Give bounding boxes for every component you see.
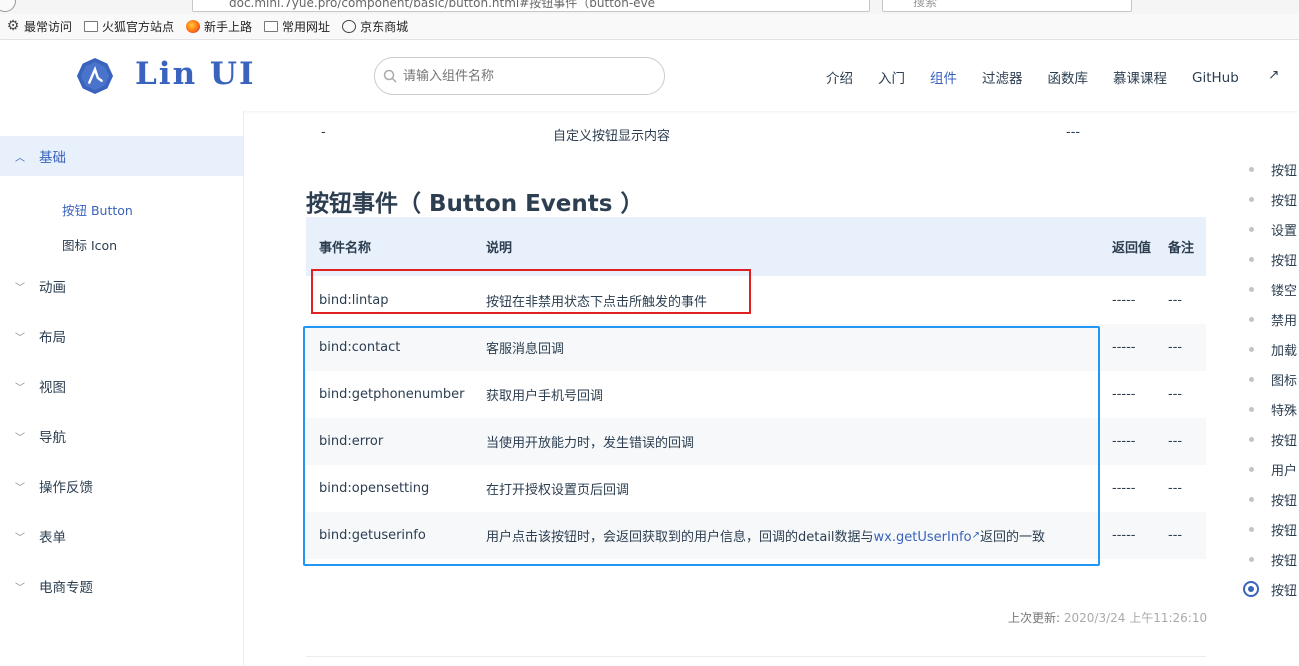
sidebar-group-ecommerce[interactable]: ﹀ 电商专题 xyxy=(0,566,243,606)
sidebar-group-view[interactable]: ﹀ 视图 xyxy=(0,366,243,406)
previous-table-row: - 自定义按钮显示内容 --- xyxy=(321,125,1081,144)
toc-item[interactable]: 设置 xyxy=(1240,219,1299,239)
getuserinfo-description: 用户点击该按钮时，会返回获取到的用户信息，回调的detail数据与wx.getU… xyxy=(473,512,1099,559)
section-title: 按钮事件（ Button Events ） xyxy=(306,191,644,217)
toc-item[interactable]: 按钮 xyxy=(1240,519,1299,539)
header-description: 说明 xyxy=(473,217,1099,276)
table-row: bind:getphonenumber 获取用户手机号回调 ----- --- xyxy=(319,387,1183,404)
toc-item[interactable]: 按钮 xyxy=(1240,549,1299,569)
bullet-icon xyxy=(1249,256,1254,262)
toc-item[interactable]: 特殊 xyxy=(1240,399,1299,419)
component-search[interactable] xyxy=(374,57,665,95)
chevron-down-icon: ﹀ xyxy=(15,582,25,594)
chevron-down-icon: ﹀ xyxy=(15,532,25,544)
chevron-down-icon: ﹀ xyxy=(15,432,25,444)
toc-item[interactable]: 按钮 xyxy=(1240,249,1299,269)
active-bullet-icon xyxy=(1243,581,1259,597)
lin-ui-logo-icon[interactable] xyxy=(76,57,114,95)
chevron-down-icon: ﹀ xyxy=(15,482,25,494)
header-return: 返回值 xyxy=(1099,217,1155,276)
bookmark-getting-started[interactable]: 新手上路 xyxy=(186,18,252,35)
bullet-icon xyxy=(1249,226,1254,232)
sidebar-item-button[interactable]: 按钮 Button xyxy=(62,200,133,219)
bullet-icon xyxy=(1249,376,1254,382)
bullet-icon xyxy=(1249,166,1254,172)
folder-icon xyxy=(84,21,99,32)
toc-item[interactable]: 按钮 xyxy=(1240,489,1299,509)
table-row: bind:error 当使用开放能力时，发生错误的回调 ----- --- xyxy=(306,418,1206,465)
toc-item[interactable]: 镂空 xyxy=(1240,279,1299,299)
bookmark-jd[interactable]: 京东商城 xyxy=(342,18,408,35)
toc-item[interactable]: 禁用 xyxy=(1240,309,1299,329)
header-note: 备注 xyxy=(1155,217,1206,276)
bullet-icon xyxy=(1249,496,1254,502)
bullet-icon xyxy=(1249,466,1254,472)
sidebar-group-animation[interactable]: ﹀ 动画 xyxy=(0,266,243,306)
main-content: - 自定义按钮显示内容 --- 按钮事件（ Button Events ） 事件… xyxy=(244,111,1224,666)
last-updated: 上次更新: 2020/3/24 上午11:26:10 xyxy=(1008,611,1208,625)
component-search-input[interactable] xyxy=(403,68,643,84)
sidebar-group-navigation[interactable]: ﹀ 导航 xyxy=(0,416,243,456)
site-header: Lin UI 介绍 入门 组件 过滤器 函数库 慕课课程 GitHub ↗ 版本 xyxy=(0,41,1299,111)
nav-components[interactable]: 组件 xyxy=(930,67,957,87)
bullet-icon xyxy=(1249,316,1254,322)
address-bar[interactable]: doc.mini.7yue.pro/component/basic/button… xyxy=(192,0,870,12)
external-link-icon: ↗ xyxy=(971,530,980,541)
bullet-icon xyxy=(1249,436,1254,442)
nav-intro[interactable]: 介绍 xyxy=(826,67,853,87)
bookmark-most-visited[interactable]: ⚙ 最常访问 xyxy=(6,18,72,35)
bullet-icon xyxy=(1249,406,1254,412)
search-icon xyxy=(383,69,397,83)
sidebar-group-form[interactable]: ﹀ 表单 xyxy=(0,516,243,556)
events-table: 事件名称 说明 返回值 备注 bind:lintap 按钮在非禁用状态下点击所触… xyxy=(306,217,1206,559)
wx-getuserinfo-link[interactable]: wx.getUserInfo xyxy=(874,530,972,545)
toc-item[interactable]: 按钮 xyxy=(1240,159,1299,179)
chevron-down-icon: ﹀ xyxy=(15,282,25,294)
nav-filters[interactable]: 过滤器 xyxy=(982,67,1023,87)
bookmark-common-sites[interactable]: 常用网址 xyxy=(264,18,330,35)
logo-text[interactable]: Lin UI xyxy=(135,56,255,92)
bullet-icon xyxy=(1249,196,1254,202)
nav-functions[interactable]: 函数库 xyxy=(1048,67,1089,87)
divider xyxy=(306,656,1206,657)
sidebar-item-icon[interactable]: 图标 Icon xyxy=(62,235,117,254)
sidebar-group-layout[interactable]: ﹀ 布局 xyxy=(0,316,243,356)
nav-mooc-courses[interactable]: 慕课课程 xyxy=(1113,67,1167,87)
toc-item-active[interactable]: 按钮 xyxy=(1240,579,1299,599)
header-event-name: 事件名称 xyxy=(306,217,473,276)
toc-item[interactable]: 图标 xyxy=(1240,369,1299,389)
toc-item[interactable]: 用户 xyxy=(1240,459,1299,479)
table-row: bind:getuserinfo 用户点击该按钮时，会返回获取到的用户信息，回调… xyxy=(306,512,1206,559)
browser-toolbar: doc.mini.7yue.pro/component/basic/button… xyxy=(0,0,1299,14)
bullet-icon xyxy=(1249,526,1254,532)
top-nav: 介绍 入门 组件 过滤器 函数库 慕课课程 GitHub ↗ 版本 xyxy=(826,67,1299,87)
chevron-up-icon: ︿ xyxy=(15,152,25,164)
sidebar-group-basic[interactable]: ︿ 基础 xyxy=(0,136,243,176)
chevron-down-icon: ﹀ xyxy=(15,382,25,394)
bookmarks-bar: ⚙ 最常访问 火狐官方站点 新手上路 常用网址 京东商城 xyxy=(0,14,1299,40)
table-row: bind:opensetting 在打开授权设置页后回调 ----- --- xyxy=(319,481,1183,498)
nav-github[interactable]: GitHub ↗ xyxy=(1192,67,1299,87)
table-row: bind:contact 客服消息回调 ----- --- xyxy=(306,324,1206,371)
back-button[interactable] xyxy=(0,0,16,12)
globe-icon xyxy=(342,20,357,33)
bullet-icon xyxy=(1249,346,1254,352)
table-header-row: 事件名称 说明 返回值 备注 xyxy=(306,217,1206,276)
toc-item[interactable]: 按钮 xyxy=(1240,429,1299,449)
external-link-icon: ↗ xyxy=(1268,67,1280,83)
sidebar: ︿ 基础 按钮 Button 图标 Icon ﹀ 动画 ﹀ 布局 ﹀ 视图 ﹀ 导航 ﹀ 操… xyxy=(0,111,244,666)
table-row: bind:lintap 按钮在非禁用状态下点击所触发的事件 ----- --- xyxy=(319,292,1183,310)
sidebar-group-feedback[interactable]: ﹀ 操作反馈 xyxy=(0,466,243,506)
toc-item[interactable]: 加载 xyxy=(1240,339,1299,359)
chevron-down-icon: ﹀ xyxy=(15,332,25,344)
bullet-icon xyxy=(1249,556,1254,562)
browser-search-input[interactable]: 搜索 xyxy=(882,0,1132,12)
toc-item[interactable]: 按钮 xyxy=(1240,189,1299,209)
bookmark-firefox-site[interactable]: 火狐官方站点 xyxy=(84,18,174,35)
gear-icon: ⚙ xyxy=(6,18,20,34)
folder-icon xyxy=(264,21,279,32)
bullet-icon xyxy=(1249,286,1254,292)
nav-getting-started[interactable]: 入门 xyxy=(878,67,905,87)
firefox-icon xyxy=(186,20,201,33)
